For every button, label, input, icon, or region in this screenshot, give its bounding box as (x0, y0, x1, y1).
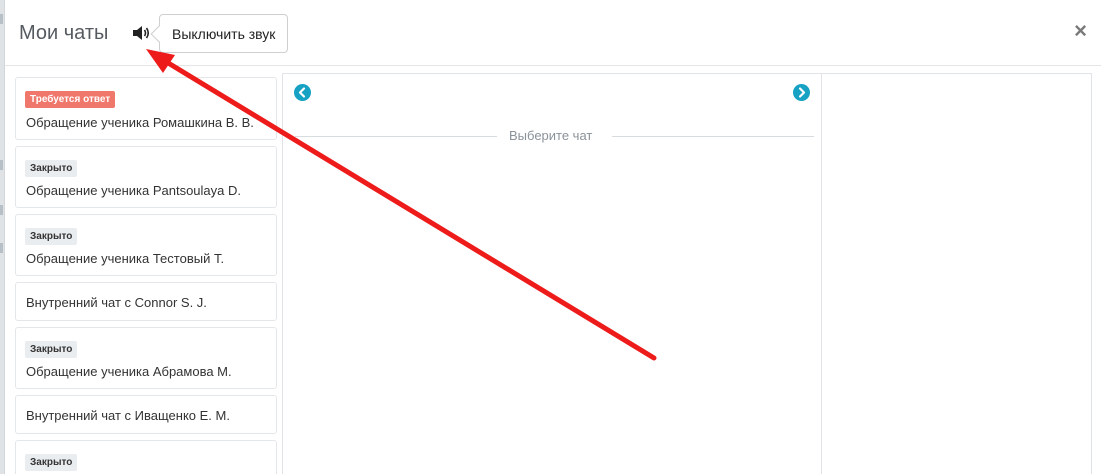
mute-tooltip: Выключить звук (150, 14, 289, 53)
chat-name: Внутренний чат с Иващенко Е. М. (26, 408, 230, 423)
chat-name: Внутренний чат с Connor S. J. (26, 295, 207, 310)
chat-panel: Выберите чат (283, 73, 822, 474)
modal-header: Мои чаты Выключить звук × (5, 0, 1101, 66)
list-item[interactable]: Закрыто Обращение ученика Pantsoulaya D. (15, 146, 277, 208)
divider-line (612, 136, 814, 137)
chevron-right-icon[interactable] (793, 84, 810, 101)
page-title: Мои чаты (19, 22, 109, 44)
status-badge: Закрыто (25, 160, 78, 177)
background-mark (0, 14, 3, 24)
tooltip-text: Выключить звук (172, 26, 276, 42)
divider-line (295, 136, 497, 137)
list-item[interactable]: Закрыто (15, 440, 277, 474)
chat-name: Обращение ученика Тестовый Т. (26, 251, 225, 266)
list-item[interactable]: Требуется ответ Обращение ученика Ромашк… (15, 77, 277, 140)
placeholder-text: Выберите чат (509, 128, 593, 143)
chat-name: Обращение ученика Абрамова М. (26, 364, 232, 379)
list-item[interactable]: Внутренний чат с Иващенко Е. М. (15, 395, 277, 434)
list-item[interactable]: Закрыто Обращение ученика Тестовый Т. (15, 214, 277, 276)
empty-chat-placeholder: Выберите чат (295, 128, 814, 144)
chats-modal: Мои чаты Выключить звук × Требуется отве… (4, 0, 1101, 474)
status-badge: Закрыто (25, 228, 78, 245)
details-panel (822, 73, 1092, 474)
list-item[interactable]: Закрыто Обращение ученика Абрамова М. (15, 327, 277, 389)
chevron-left-icon[interactable] (294, 84, 311, 101)
background-mark (0, 160, 3, 170)
list-item[interactable]: Внутренний чат с Connor S. J. (15, 282, 277, 321)
chat-name: Обращение ученика Pantsoulaya D. (26, 183, 242, 198)
background-mark (0, 243, 3, 253)
status-badge: Закрыто (25, 454, 78, 471)
status-badge: Требуется ответ (25, 91, 116, 108)
background-mark (0, 205, 3, 215)
status-badge: Закрыто (25, 341, 78, 358)
close-icon[interactable]: × (1074, 20, 1087, 42)
chat-name: Обращение ученика Ромашкина В. В. (26, 115, 254, 130)
tooltip-arrow (150, 25, 168, 43)
